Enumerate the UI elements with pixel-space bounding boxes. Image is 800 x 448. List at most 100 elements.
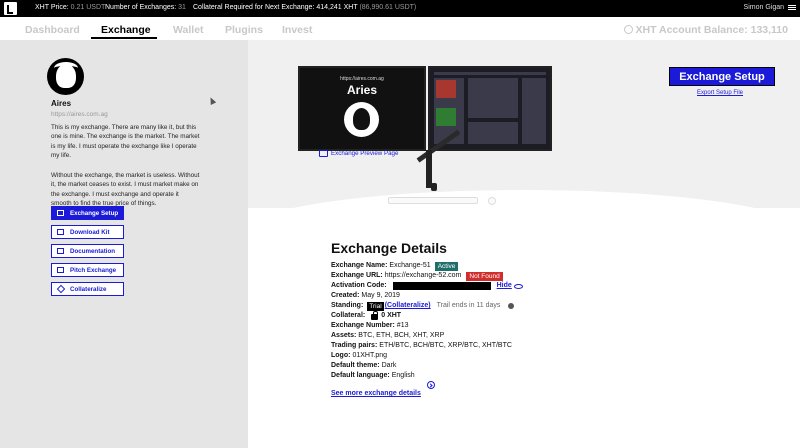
detail-pairs-row: Trading pairs: ETH/BTC, BCH/BTC, XRP/BTC… <box>331 341 591 351</box>
language-value: English <box>391 372 415 379</box>
export-setup-file-link[interactable]: Export Setup File <box>697 90 743 96</box>
exchange-preview-link[interactable]: Exchange Preview Page <box>319 150 398 157</box>
monitor-url: https://aires.com.ag <box>340 76 384 82</box>
pairs-label: Trading pairs: <box>331 342 378 349</box>
detail-created-row: Created: May 9, 2019 <box>331 291 591 301</box>
account-balance: XHT Account Balance: 133,110 <box>624 24 788 36</box>
main-nav: Dashboard Exchange Wallet Plugins Invest… <box>0 17 800 39</box>
active-tab-underline <box>91 37 157 39</box>
pairs-value: ETH/BTC, BCH/BTC, XRP/BTC, XHT/BTC <box>379 342 512 349</box>
xht-price-stat: XHT Price: 0.21 USDT <box>35 4 105 11</box>
created-value: May 9, 2019 <box>361 292 400 299</box>
xht-price-value: 0.21 USDT <box>70 4 106 11</box>
screen-header-bar <box>434 72 546 75</box>
detail-activation-row: Activation Code: Hide <box>331 281 591 291</box>
collateralize-button[interactable]: Collateralize <box>51 282 124 296</box>
exchange-url[interactable]: https://aires.com.ag <box>51 111 108 118</box>
app-logo-icon[interactable] <box>4 2 17 15</box>
logo-label: Logo: <box>331 352 351 359</box>
exchanges-count-value: 31 <box>178 4 186 11</box>
hero-section: https://aires.com.ag Aries Exchange Prev… <box>248 40 800 208</box>
collateral-required-usdt: (86,990.61 USDT) <box>359 4 417 11</box>
documentation-button[interactable]: Documentation <box>51 244 124 258</box>
collateral-value: 0 XHT <box>381 312 402 319</box>
details-title: Exchange Details <box>331 240 447 256</box>
pitch-exchange-label: Pitch Exchange <box>70 266 117 274</box>
exchanges-count-stat: Number of Exchanges: 31 <box>105 4 186 11</box>
collateralize-link[interactable]: (Collateralize) <box>385 301 431 311</box>
number-value: #13 <box>396 322 409 329</box>
xht-price-label: XHT Price: <box>35 4 69 11</box>
status-badge: Active <box>434 261 459 271</box>
tab-dashboard[interactable]: Dashboard <box>25 24 80 36</box>
arrow-circle-icon[interactable] <box>427 381 435 389</box>
document-icon <box>57 248 64 254</box>
download-kit-label: Download Kit <box>70 228 110 236</box>
screen-trades <box>468 122 518 144</box>
assets-value: BTC, ETH, BCH, XHT, XRP <box>358 332 445 339</box>
description-paragraph-1: This is my exchange. There are many like… <box>51 124 200 160</box>
mouse-image <box>488 197 496 205</box>
user-name[interactable]: Simon Gigan <box>744 4 784 11</box>
number-label: Exchange Number: <box>331 322 395 329</box>
eye-icon[interactable] <box>513 283 523 289</box>
exchange-name: Aires <box>51 99 72 108</box>
top-stats-bar: XHT Price: 0.21 USDT Number of Exchanges… <box>0 0 800 17</box>
pitch-exchange-button[interactable]: Pitch Exchange <box>51 263 124 277</box>
activation-label: Activation Code: <box>331 282 387 289</box>
collateral-required-label: Collateral Required for Next Exchange: <box>193 4 315 11</box>
standing-label: Standing: <box>331 302 364 309</box>
detail-number-row: Exchange Number: #13 <box>331 321 591 331</box>
name-value: Exchange-51 <box>389 262 431 269</box>
theme-value: Dark <box>381 362 397 369</box>
screen-chart <box>468 78 518 118</box>
see-more-details-link[interactable]: See more exchange details <box>331 389 591 399</box>
standing-badge: Trial <box>367 301 384 311</box>
clock-icon <box>508 303 515 309</box>
detail-standing-row: Standing: Trial (Collateralize) Trail en… <box>331 301 591 311</box>
collateral-label: Collateral: <box>331 312 366 319</box>
tab-plugins[interactable]: Plugins <box>225 24 263 36</box>
detail-name-row: Exchange Name: Exchange-51 Active <box>331 261 591 271</box>
url-value: https://exchange-52.com <box>384 272 462 279</box>
download-kit-button[interactable]: Download Kit <box>51 225 124 239</box>
xht-coin-icon <box>624 25 634 34</box>
collateralize-label: Collateralize <box>70 285 107 293</box>
collateral-required-stat: Collateral Required for Next Exchange: 4… <box>193 4 416 11</box>
activation-code-redacted <box>392 282 491 290</box>
preview-label: Exchange Preview Page <box>331 150 399 157</box>
collateral-required-value: 414,241 XHT <box>316 4 358 11</box>
exchange-setup-label: Exchange Setup <box>70 209 119 217</box>
hide-code-link[interactable]: Hide <box>497 281 512 291</box>
tab-wallet[interactable]: Wallet <box>173 24 204 36</box>
pitch-icon <box>57 267 64 273</box>
created-label: Created: <box>331 292 360 299</box>
description-paragraph-2: Without the exchange, the market is usel… <box>51 172 200 208</box>
name-label: Exchange Name: <box>331 262 388 269</box>
menu-icon[interactable] <box>788 5 796 6</box>
tab-exchange[interactable]: Exchange <box>101 24 151 36</box>
monitor-logo-icon <box>344 102 379 137</box>
keyboard-image <box>388 197 478 204</box>
preview-icon <box>319 150 328 157</box>
tab-invest[interactable]: Invest <box>282 24 312 36</box>
exchange-details: Exchange Details Exchange Name: Exchange… <box>331 240 591 399</box>
screen-asks <box>436 80 456 98</box>
exchanges-count-label: Number of Exchanges: <box>105 4 177 11</box>
logo-value: 01XHT.png <box>352 352 388 359</box>
account-balance-label: XHT Account Balance: 133,110 <box>635 24 788 36</box>
detail-url-row: Exchange URL: https://exchange-52.com No… <box>331 271 591 281</box>
monitor-base <box>431 183 437 191</box>
documentation-label: Documentation <box>70 247 116 255</box>
detail-collateral-row: Collateral: 0 XHT <box>331 311 591 321</box>
settings-icon <box>57 210 64 216</box>
diamond-icon <box>56 284 66 294</box>
theme-label: Default theme: <box>331 362 380 369</box>
detail-theme-row: Default theme: Dark <box>331 361 591 371</box>
exchange-setup-button[interactable]: Exchange Setup <box>51 206 124 220</box>
url-status-badge: Not Found <box>466 271 503 281</box>
detail-language-row: Default language: English <box>331 371 591 381</box>
exchange-setup-main-button[interactable]: Exchange Setup <box>669 67 775 86</box>
exchange-avatar <box>47 58 84 95</box>
url-label: Exchange URL: <box>331 272 383 279</box>
